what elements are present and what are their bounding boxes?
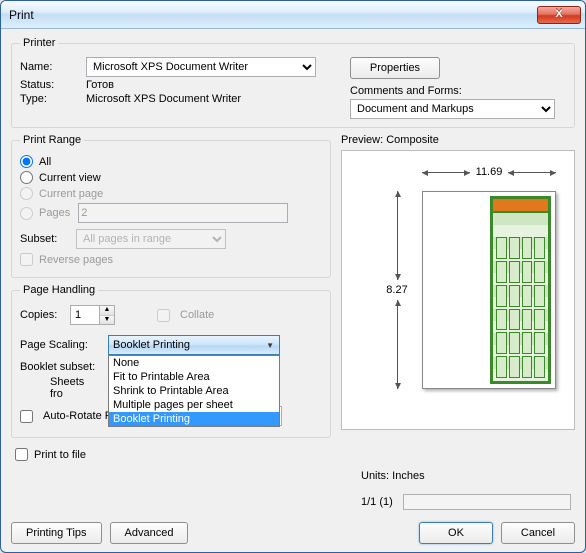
preview-page	[422, 191, 556, 389]
print-range-group: Print Range All Current view Current pag…	[11, 134, 331, 278]
copies-up-icon[interactable]: ▲	[100, 306, 114, 316]
comments-label: Comments and Forms:	[350, 85, 566, 97]
sheets-from-label: Sheets fro	[20, 376, 92, 400]
printer-legend: Printer	[20, 37, 58, 49]
scaling-option-shrink[interactable]: Shrink to Printable Area	[109, 384, 279, 398]
preview-content-thumbnail	[490, 196, 551, 384]
preview-label: Preview: Composite	[341, 134, 575, 146]
printer-name-label: Name:	[20, 61, 80, 73]
handling-legend: Page Handling	[20, 284, 98, 296]
printer-type-label: Type:	[20, 93, 80, 105]
scaling-option-fit[interactable]: Fit to Printable Area	[109, 370, 279, 384]
page-scaling-select[interactable]: Booklet Printing ▼	[108, 335, 280, 355]
preview-height-value: 8.27	[386, 280, 407, 300]
scaling-option-multiple[interactable]: Multiple pages per sheet	[109, 398, 279, 412]
print-to-file-check[interactable]	[15, 448, 28, 461]
range-currentpage-label: Current page	[39, 188, 103, 200]
copies-label: Copies:	[20, 309, 64, 321]
scaling-option-none[interactable]: None	[109, 356, 279, 370]
preview-width-value: 11.69	[470, 166, 509, 178]
printer-status-label: Status:	[20, 79, 80, 91]
preview-panel: 11.69 8.27	[341, 150, 575, 430]
collate-label: Collate	[180, 309, 214, 321]
copies-input[interactable]	[71, 306, 99, 324]
range-currentpage-radio	[20, 187, 33, 200]
print-to-file-label: Print to file	[34, 449, 86, 461]
scaling-value: Booklet Printing	[113, 339, 190, 351]
range-all-label: All	[39, 156, 51, 168]
close-icon: X	[555, 8, 562, 20]
range-currentview-radio[interactable]	[20, 171, 33, 184]
reverse-pages-check	[20, 253, 33, 266]
printer-type-value: Microsoft XPS Document Writer	[86, 93, 241, 105]
preview-width-dim: 11.69	[422, 165, 556, 179]
range-pages-input	[78, 203, 288, 223]
copies-stepper[interactable]: ▲ ▼	[70, 305, 115, 325]
cancel-button[interactable]: Cancel	[501, 522, 575, 544]
printer-name-select[interactable]: Microsoft XPS Document Writer	[86, 57, 316, 77]
scaling-option-booklet[interactable]: Booklet Printing	[109, 412, 279, 426]
comments-select[interactable]: Document and Markups	[350, 99, 555, 119]
printing-tips-button[interactable]: Printing Tips	[11, 522, 102, 544]
range-legend: Print Range	[20, 134, 84, 146]
subset-select: All pages in range	[76, 229, 226, 249]
range-pages-label: Pages	[39, 207, 70, 219]
page-handling-group: Page Handling Copies: ▲ ▼ Collate	[11, 284, 331, 438]
range-all-radio[interactable]	[20, 155, 33, 168]
advanced-button[interactable]: Advanced	[110, 522, 189, 544]
scaling-dropdown-list: None Fit to Printable Area Shrink to Pri…	[108, 355, 280, 427]
collate-check	[157, 309, 170, 322]
units-label: Units: Inches	[361, 470, 571, 482]
window-title: Print	[9, 8, 537, 22]
subset-label: Subset:	[20, 233, 70, 245]
range-currentview-label: Current view	[39, 172, 101, 184]
preview-height-dim: 8.27	[382, 191, 412, 389]
properties-button[interactable]: Properties	[350, 57, 440, 79]
autorotate-check[interactable]	[20, 410, 33, 423]
printer-status-value: Готов	[86, 79, 114, 91]
printer-group: Printer Name: Microsoft XPS Document Wri…	[11, 37, 575, 128]
ok-button[interactable]: OK	[419, 522, 493, 544]
close-button[interactable]: X	[537, 6, 581, 24]
range-pages-radio	[20, 207, 33, 220]
preview-progress	[403, 494, 571, 510]
scaling-label: Page Scaling:	[20, 339, 102, 351]
page-info: 1/1 (1)	[361, 496, 393, 508]
print-dialog: Print X Printer Name: Microsoft XPS Docu…	[0, 0, 586, 553]
reverse-pages-label: Reverse pages	[39, 254, 113, 266]
copies-down-icon[interactable]: ▼	[100, 316, 114, 325]
booklet-subset-label: Booklet subset:	[20, 361, 112, 373]
titlebar: Print X	[1, 1, 585, 29]
chevron-down-icon: ▼	[263, 341, 277, 350]
